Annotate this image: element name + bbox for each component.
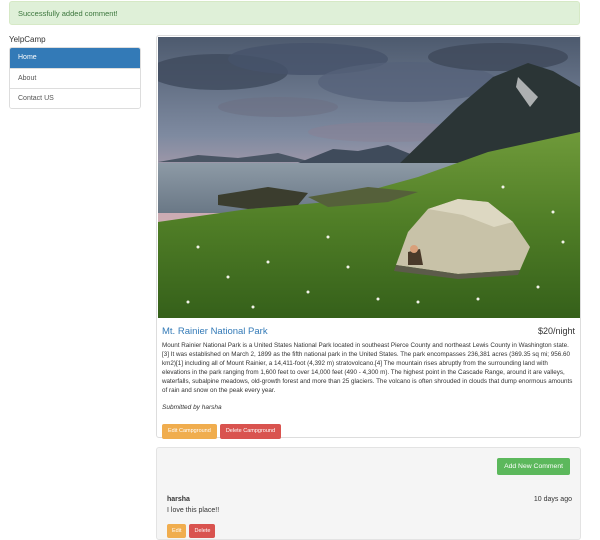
comment-timestamp: 10 days ago <box>533 496 572 503</box>
campground-price: $20/night <box>537 326 575 336</box>
comment-actions: Edit Delete <box>167 519 216 538</box>
delete-campground-button[interactable]: Delete Campground <box>219 424 282 439</box>
comments-well: Add New Comment harsha 10 days ago I lov… <box>156 447 581 540</box>
sidebar-nav: Home About Contact US <box>9 47 141 109</box>
flash-success-alert: Successfully added comment! <box>9 1 580 25</box>
flash-message: Successfully added comment! <box>18 9 118 18</box>
comment-text: I love this place!! <box>167 507 220 514</box>
sidebar-item-contact[interactable]: Contact US <box>10 88 140 108</box>
campground-name-link[interactable]: Mt. Rainier National Park <box>162 326 268 337</box>
campground-actions: Edit Campground Delete Campground <box>162 419 282 439</box>
sidebar-item-home[interactable]: Home <box>10 48 140 68</box>
add-comment-button[interactable]: Add New Comment <box>497 458 570 475</box>
sidebar: YelpCamp Home About Contact US <box>9 33 141 109</box>
delete-comment-button[interactable]: Delete <box>189 524 216 538</box>
campground-panel: Mt. Rainier National Park $20/night Moun… <box>156 35 581 439</box>
comment-author: harsha <box>167 496 190 503</box>
campground-author: Submitted by harsha <box>162 404 222 411</box>
sidebar-item-about[interactable]: About <box>10 68 140 88</box>
edit-campground-button[interactable]: Edit Campground <box>162 424 217 439</box>
brand-title: YelpCamp <box>9 35 46 44</box>
campground-description: Mount Rainier National Park is a United … <box>162 342 573 395</box>
edit-comment-button[interactable]: Edit <box>167 524 187 538</box>
campground-photo <box>158 37 580 318</box>
